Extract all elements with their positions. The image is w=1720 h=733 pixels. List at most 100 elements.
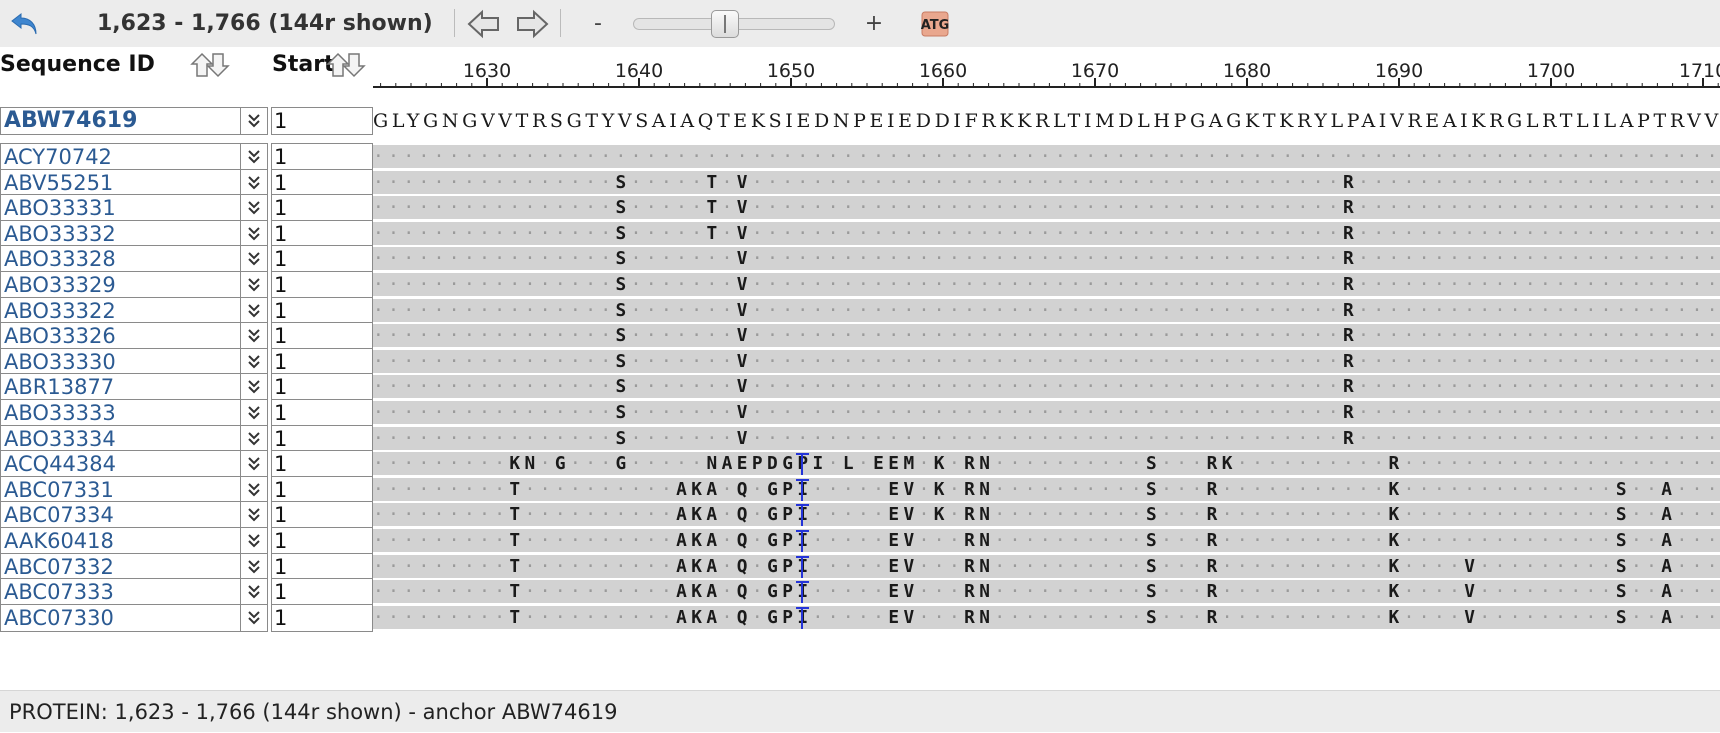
ruler-tick-label: 1640 — [614, 60, 664, 82]
expand-chevron-icon[interactable] — [240, 424, 268, 453]
toolbar-divider — [454, 9, 455, 37]
sequence-id-link[interactable]: AAK60418 — [0, 527, 241, 555]
table-row: ACY70742 1 ·······························… — [0, 143, 1720, 171]
start-input[interactable]: 1 — [271, 501, 373, 530]
sequence-id-link[interactable]: ACQ44384 — [0, 450, 241, 479]
expand-chevron-icon[interactable] — [240, 552, 268, 581]
start-input[interactable]: 1 — [271, 245, 373, 274]
start-input[interactable]: 1 — [271, 578, 373, 607]
expand-chevron-icon[interactable] — [240, 322, 268, 351]
zoom-in-button[interactable]: + — [862, 0, 886, 47]
start-input[interactable]: 1 — [271, 143, 373, 171]
zoom-slider[interactable] — [633, 0, 835, 47]
sequence-id-link[interactable]: ABO33334 — [0, 424, 241, 453]
start-input[interactable]: 1 — [271, 475, 373, 504]
expand-chevron-icon[interactable] — [240, 603, 268, 632]
sequence-id-header[interactable]: Sequence ID — [0, 52, 155, 77]
sequence-id-link[interactable]: ABO33328 — [0, 245, 241, 274]
table-row: ABO33329 1 ················S·······V······… — [0, 271, 1720, 299]
start-input[interactable]: 1 — [271, 527, 373, 555]
expand-chevron-icon[interactable] — [240, 245, 268, 274]
sequence-track: ················S·······V···············… — [373, 298, 1720, 322]
insertion-marker-icon[interactable] — [795, 530, 809, 552]
sequence-id-link[interactable]: ABC07331 — [0, 475, 241, 504]
zoom-out-button[interactable]: - — [588, 0, 608, 47]
arrow-left-icon[interactable] — [466, 0, 502, 47]
expand-chevron-icon[interactable] — [240, 347, 268, 376]
sequence-id-link[interactable]: ABW74619 — [0, 107, 241, 135]
expand-chevron-icon[interactable] — [240, 143, 268, 171]
zoom-slider-handle[interactable] — [711, 9, 739, 38]
sequence-id-link[interactable]: ABR13877 — [0, 373, 241, 402]
atg-translate-icon[interactable]: ATG — [920, 0, 950, 47]
sequence-id-link[interactable]: ABC07330 — [0, 603, 241, 632]
start-input[interactable]: 1 — [271, 373, 373, 402]
sequence-track: ········································… — [373, 145, 1720, 168]
start-input[interactable]: 1 — [271, 219, 373, 248]
insertion-marker-icon[interactable] — [795, 478, 809, 501]
table-row: ABC07333 1 ·········T··········AKA·Q·GPI··… — [0, 578, 1720, 607]
expand-chevron-icon[interactable] — [240, 373, 268, 402]
ruler-tick-label: 1700 — [1526, 60, 1576, 82]
start-input[interactable]: 1 — [271, 107, 373, 135]
expand-chevron-icon[interactable] — [240, 450, 268, 479]
sequence-text: ·········KN·G···G·····NAEPDGPI·L·EEM·K·R… — [373, 453, 1717, 475]
sequence-id-link[interactable]: ABO33331 — [0, 194, 241, 223]
expand-chevron-icon[interactable] — [240, 271, 268, 299]
sequence-id-link[interactable]: ABC07333 — [0, 578, 241, 607]
sequence-text: ·········T··········AKA·Q·GPI·····EV···R… — [373, 530, 1717, 551]
table-row: ACQ44384 1 ·········KN·G···G·····NAEPDGPI·… — [0, 450, 1720, 479]
insertion-marker-icon[interactable] — [795, 453, 809, 476]
expand-chevron-icon[interactable] — [240, 399, 268, 427]
ruler-tick-label: 1660 — [918, 60, 968, 82]
sequence-track: ················S·······V···············… — [373, 375, 1720, 399]
sequence-track: ·········KN·G···G·····NAEPDGPI·L·EEM·K·R… — [373, 452, 1720, 476]
sequence-track: ·········T··········AKA·Q·GPI·····EV···R… — [373, 529, 1720, 552]
toolbar-divider — [560, 9, 561, 37]
sequence-id-link[interactable]: ABO33329 — [0, 271, 241, 299]
start-input[interactable]: 1 — [271, 399, 373, 427]
expand-chevron-icon[interactable] — [240, 107, 268, 135]
table-row: ABC07332 1 ·········T··········AKA·Q·GPI··… — [0, 552, 1720, 581]
insertion-marker-icon[interactable] — [795, 504, 809, 527]
ruler-tick-label: 1710 — [1678, 60, 1720, 82]
sequence-id-link[interactable]: ABC07332 — [0, 552, 241, 581]
start-input[interactable]: 1 — [271, 296, 373, 325]
sequence-id-link[interactable]: ABO33326 — [0, 322, 241, 351]
start-input[interactable]: 1 — [271, 603, 373, 632]
expand-chevron-icon[interactable] — [240, 219, 268, 248]
sequence-text: ·········T··········AKA·Q·GPI·····EV·K·R… — [373, 478, 1717, 500]
sequence-id-link[interactable]: ABO33333 — [0, 399, 241, 427]
expand-chevron-icon[interactable] — [240, 527, 268, 555]
insertion-marker-icon[interactable] — [795, 581, 809, 604]
start-input[interactable]: 1 — [271, 424, 373, 453]
start-input[interactable]: 1 — [271, 450, 373, 479]
sequence-id-link[interactable]: ABO33332 — [0, 219, 241, 248]
expand-chevron-icon[interactable] — [240, 168, 268, 197]
insertion-marker-icon[interactable] — [795, 606, 809, 629]
insertion-marker-icon[interactable] — [795, 555, 809, 578]
start-input[interactable]: 1 — [271, 322, 373, 351]
start-input[interactable]: 1 — [271, 168, 373, 197]
sequence-id-link[interactable]: ABO33322 — [0, 296, 241, 325]
sort-arrows-icon[interactable] — [326, 50, 366, 84]
status-bar: PROTEIN: 1,623 - 1,766 (144r shown) - an… — [0, 690, 1720, 732]
sequence-id-link[interactable]: ABV55251 — [0, 168, 241, 197]
start-input[interactable]: 1 — [271, 194, 373, 223]
arrow-right-icon[interactable] — [514, 0, 550, 47]
start-input[interactable]: 1 — [271, 347, 373, 376]
expand-chevron-icon[interactable] — [240, 578, 268, 607]
sequence-id-link[interactable]: ABO33330 — [0, 347, 241, 376]
table-row: ABO33333 1 ················S·······V······… — [0, 399, 1720, 427]
expand-chevron-icon[interactable] — [240, 296, 268, 325]
expand-chevron-icon[interactable] — [240, 475, 268, 504]
back-arrow-icon[interactable] — [8, 0, 42, 47]
start-input[interactable]: 1 — [271, 552, 373, 581]
expand-chevron-icon[interactable] — [240, 501, 268, 530]
sequence-id-link[interactable]: ACY70742 — [0, 143, 241, 171]
sequence-id-link[interactable]: ABC07334 — [0, 501, 241, 530]
sort-arrows-icon[interactable] — [190, 50, 230, 84]
expand-chevron-icon[interactable] — [240, 194, 268, 223]
start-input[interactable]: 1 — [271, 271, 373, 299]
sequence-text: ················S·······V···············… — [373, 376, 1717, 398]
